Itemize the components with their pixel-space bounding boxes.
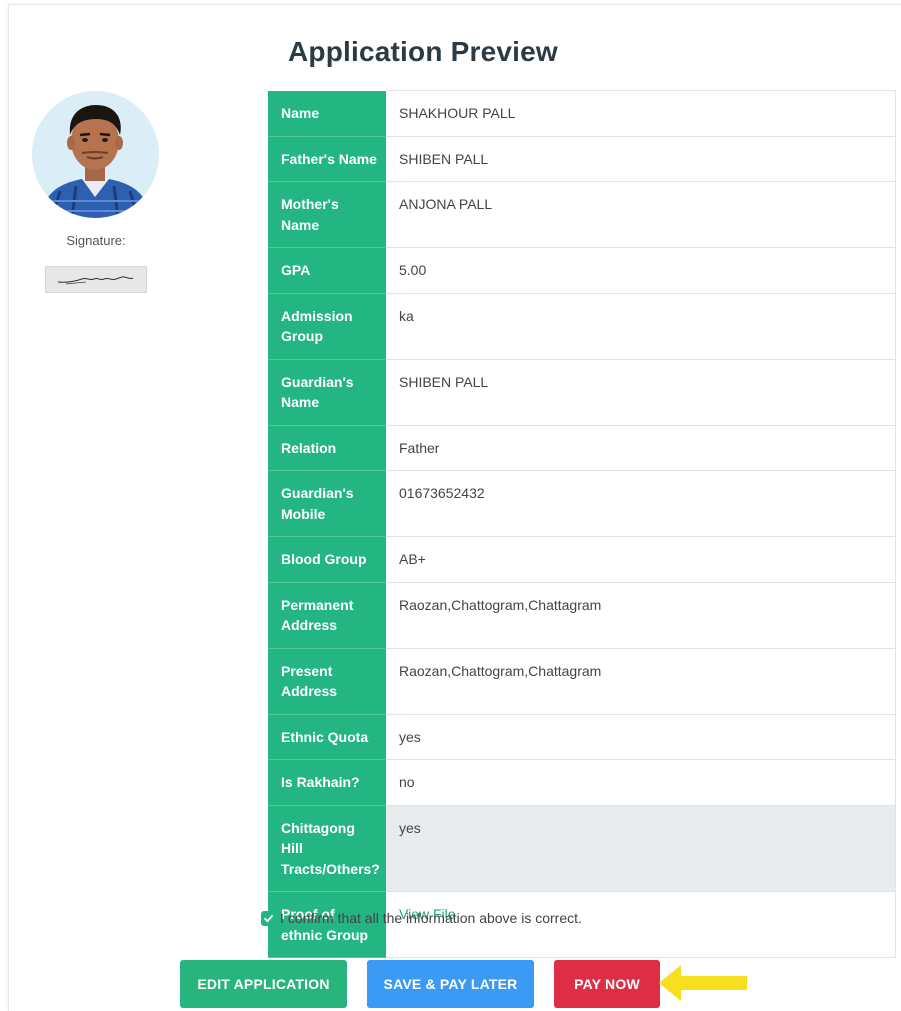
field-label: GPA: [268, 247, 386, 294]
table-row: Name SHAKHOUR PALL: [268, 90, 896, 137]
field-value: Father: [386, 424, 896, 471]
table-row: Guardian's Name SHIBEN PALL: [268, 358, 896, 426]
field-label: Admission Group: [268, 293, 386, 360]
table-row: Father's Name SHIBEN PALL: [268, 135, 896, 182]
table-row: Blood Group AB+: [268, 536, 896, 583]
field-value: ANJONA PALL: [386, 181, 896, 248]
field-label: Chittagong Hill Tracts/Others?: [268, 805, 386, 892]
field-label: Is Rakhain?: [268, 759, 386, 806]
field-value: Raozan,Chattogram,Chattagram: [386, 581, 896, 649]
application-details-table: Name SHAKHOUR PALL Father's Name SHIBEN …: [268, 90, 896, 958]
table-row: Relation Father: [268, 424, 896, 471]
table-row-highlighted: Chittagong Hill Tracts/Others? yes: [268, 804, 896, 892]
person-photo-icon: [32, 91, 159, 218]
field-value: no: [386, 759, 896, 806]
page-title: Application Preview: [288, 36, 558, 67]
field-value: 5.00: [386, 247, 896, 294]
field-label: Relation: [268, 425, 386, 471]
confirm-text: I confirm that all the information above…: [280, 910, 582, 926]
table-row: Mother's Name ANJONA PALL: [268, 181, 896, 248]
applicant-photo: [32, 91, 159, 218]
field-label: Present Address: [268, 648, 386, 715]
table-row: Is Rakhain? no: [268, 759, 896, 806]
field-label: Guardian's Name: [268, 359, 386, 426]
field-value: SHIBEN PALL: [386, 358, 896, 426]
field-value: yes: [386, 713, 896, 760]
field-label: Guardian's Mobile: [268, 470, 386, 537]
check-icon: [264, 914, 273, 922]
field-value: yes: [386, 804, 896, 892]
table-row: Admission Group ka: [268, 292, 896, 360]
field-label: Ethnic Quota: [268, 714, 386, 760]
table-row: GPA 5.00: [268, 247, 896, 294]
field-label: Mother's Name: [268, 181, 386, 248]
field-value: SHIBEN PALL: [386, 135, 896, 182]
field-value: SHAKHOUR PALL: [386, 90, 896, 137]
arrow-left-icon: [659, 965, 747, 1001]
field-value: AB+: [386, 536, 896, 583]
field-value: ka: [386, 292, 896, 360]
handwritten-signature-icon: [57, 276, 134, 285]
table-row: Present Address Raozan,Chattogram,Chatta…: [268, 647, 896, 715]
signature-image: [45, 266, 147, 293]
field-label: Blood Group: [268, 536, 386, 583]
pay-now-button[interactable]: PAY NOW: [554, 960, 660, 1008]
confirm-checkbox[interactable]: [261, 910, 276, 926]
table-row: Permanent Address Raozan,Chattogram,Chat…: [268, 581, 896, 649]
table-row: Guardian's Mobile 01673652432: [268, 470, 896, 537]
confirm-row[interactable]: I confirm that all the information above…: [261, 910, 582, 926]
field-label: Name: [268, 90, 386, 137]
table-row: Ethnic Quota yes: [268, 713, 896, 760]
signature-label: Signature:: [66, 233, 126, 248]
edit-application-button[interactable]: EDIT APPLICATION: [180, 960, 347, 1008]
field-value: Raozan,Chattogram,Chattagram: [386, 647, 896, 715]
field-label: Father's Name: [268, 136, 386, 182]
field-value: 01673652432: [386, 470, 896, 537]
field-label: Permanent Address: [268, 582, 386, 649]
save-and-pay-later-button[interactable]: SAVE & PAY LATER: [367, 960, 534, 1008]
